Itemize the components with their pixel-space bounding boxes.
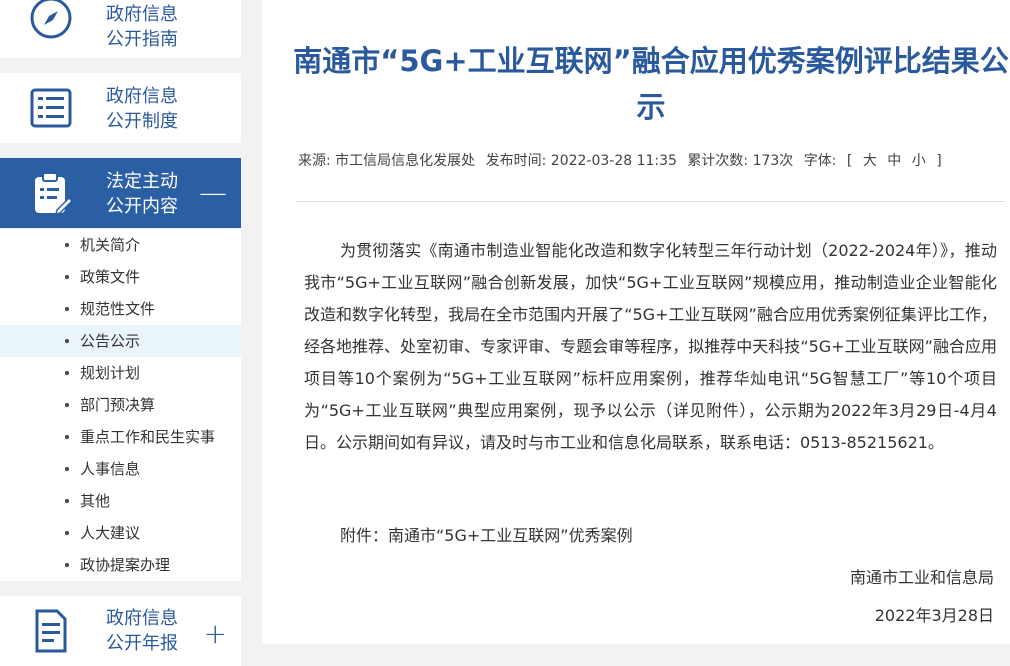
publish-date: 2022年3月28日	[874, 606, 994, 625]
sub-item-about[interactable]: 机关简介	[0, 229, 241, 261]
nav-card-policy-label: 政府信息 公开制度	[106, 86, 178, 132]
sub-item-announcements[interactable]: 公告公示	[0, 325, 241, 357]
clipboard-icon	[35, 172, 74, 216]
document-icon	[35, 609, 67, 653]
nav-card-annual-report[interactable]: 政府信息 公开年报 +	[0, 596, 241, 666]
collapse-icon[interactable]: —	[199, 179, 227, 207]
sub-item-budget[interactable]: 部门预决算	[0, 389, 241, 421]
signature: 南通市工业和信息局	[849, 568, 994, 587]
article-body: 为贯彻落实《南通市制造业智能化改造和数字化转型三年行动计划（2022-2024年…	[304, 241, 997, 452]
font-size-large-button[interactable]: 大	[863, 153, 877, 169]
sub-item-npc-suggestions[interactable]: 人大建议	[0, 517, 241, 549]
article-panel: 南通市“5G+工业互联网”融合应用优秀案例评比结果公示 来源: 市工信局信息化发…	[262, 0, 1010, 644]
font-size-bracket-close: ]	[936, 153, 942, 169]
meta-font-label: 字体:	[803, 153, 837, 169]
sub-item-personnel[interactable]: 人事信息	[0, 453, 241, 485]
divider	[296, 201, 1005, 202]
sub-item-normative-docs[interactable]: 规范性文件	[0, 293, 241, 325]
sub-item-cppcc-proposals[interactable]: 政协提案办理	[0, 549, 241, 581]
font-size-bracket-open: [	[846, 153, 853, 169]
font-size-medium-button[interactable]: 中	[887, 153, 901, 169]
sub-item-plans[interactable]: 规划计划	[0, 357, 241, 389]
article-title: 南通市“5G+工业互联网”融合应用优秀案例评比结果公示	[293, 44, 1009, 124]
meta-source: 来源: 市工信局信息化发展处	[298, 153, 476, 169]
nav-card-statutory[interactable]: 法定主动 公开内容 —	[0, 158, 241, 228]
attachment-link[interactable]: 附件：南通市“5G+工业互联网”优秀案例	[340, 520, 633, 552]
meta-published: 发布时间: 2022-03-28 11:35	[485, 153, 677, 169]
nav-card-annual-report-label: 政府信息 公开年报	[106, 608, 178, 654]
article-meta: 来源: 市工信局信息化发展处 发布时间: 2022-03-28 11:35 累计…	[298, 150, 948, 170]
sidebar: 政府信息 公开指南 政府信息 公开制度 法定主动 公开内容 — 机关简介 政策文…	[0, 0, 241, 666]
compass-icon	[30, 0, 72, 39]
nav-card-guide[interactable]: 政府信息 公开指南	[0, 0, 241, 58]
meta-views: 累计次数: 173次	[687, 153, 794, 169]
sub-item-key-work[interactable]: 重点工作和民生实事	[0, 421, 241, 453]
sub-item-other[interactable]: 其他	[0, 485, 241, 517]
nav-card-policy[interactable]: 政府信息 公开制度	[0, 73, 241, 143]
font-size-small-button[interactable]: 小	[912, 153, 926, 169]
nav-card-guide-label: 政府信息 公开指南	[106, 4, 178, 50]
nav-card-statutory-label: 法定主动 公开内容	[106, 171, 178, 217]
sub-menu: 机关简介 政策文件 规范性文件 公告公示 规划计划 部门预决算 重点工作和民生实…	[0, 229, 241, 581]
list-icon	[30, 88, 72, 128]
sub-item-policy-docs[interactable]: 政策文件	[0, 261, 241, 293]
